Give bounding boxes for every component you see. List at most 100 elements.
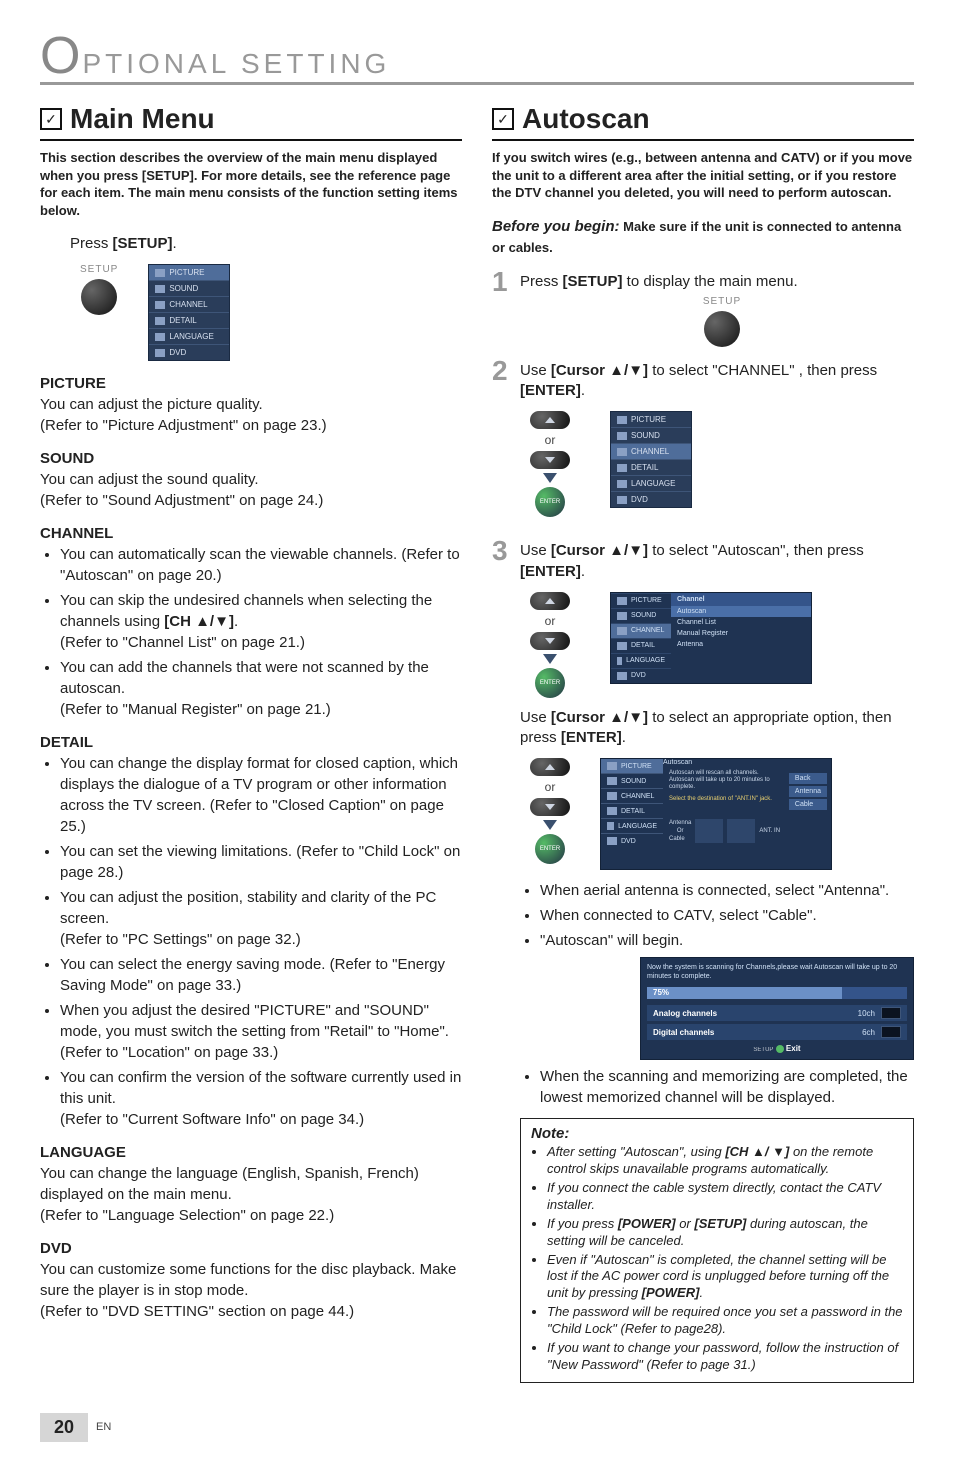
picture-line2: (Refer to "Picture Adjustment" on page 2… [40, 415, 462, 436]
main-menu-intro: This section describes the overview of t… [40, 149, 462, 219]
cursor-up-icon [530, 758, 570, 776]
page-number: 20 [40, 1413, 88, 1442]
osd-autoscan-progress: Now the system is scanning for Channels,… [640, 957, 914, 1060]
osd-btn-antenna: Antenna [789, 786, 827, 797]
list-item: You can set the viewing limitations. (Re… [60, 841, 462, 883]
page-lang: EN [96, 1421, 111, 1433]
osd-main-menu: PICTURE SOUND CHANNEL DETAIL LANGUAGE DV… [148, 264, 230, 361]
osd-item: SOUND [611, 427, 691, 443]
enter-button-icon: ENTER [535, 668, 565, 698]
language-heading: LANGUAGE [40, 1144, 462, 1161]
osd-autoscan-diagram: Antenna Or Cable ANT. IN [669, 807, 825, 855]
round-button-icon [704, 311, 740, 347]
osd-item: PICTURE [611, 593, 671, 608]
progress-exit: SETUP Exit [647, 1044, 907, 1053]
language-line1: You can change the language (English, Sp… [40, 1163, 462, 1205]
down-arrow-icon [543, 473, 557, 483]
note-list: After setting "Autoscan", using [CH ▲/ ▼… [531, 1144, 903, 1374]
osd-item: DETAIL [611, 638, 671, 653]
list-item: When connected to CATV, select "Cable". [540, 905, 914, 926]
list-item: The password will be required once you s… [547, 1304, 903, 1338]
detail-bullets: You can change the display format for cl… [40, 753, 462, 1130]
osd-item: CHANNEL [601, 788, 663, 803]
osd-item: DVD [611, 491, 691, 507]
thumbnail-icon [881, 1026, 901, 1038]
figure-setup-osd: SETUP PICTURE SOUND CHANNEL DETAIL LANGU… [80, 264, 462, 361]
osd-item-language: LANGUAGE [149, 328, 229, 344]
osd-autoscan-options: PICTURE SOUND CHANNEL DETAIL LANGUAGE DV… [600, 758, 832, 870]
list-item: When you adjust the desired "PICTURE" an… [60, 1000, 462, 1063]
down-arrow-icon [543, 654, 557, 664]
cursor-up-icon [530, 592, 570, 610]
tv-icon [727, 819, 755, 843]
step-number-1: 1 [492, 268, 512, 296]
osd-item: PICTURE [611, 412, 691, 427]
right-column: ✓ Autoscan If you switch wires (e.g., be… [492, 103, 914, 1383]
cursor-buttons-graphic: or ENTER [530, 411, 570, 517]
list-item: You can change the display format for cl… [60, 753, 462, 837]
osd-item: DVD [611, 668, 671, 683]
down-arrow-icon [543, 820, 557, 830]
list-item: If you want to change your password, fol… [547, 1340, 903, 1374]
osd-item: DETAIL [601, 803, 663, 818]
osd-item-sound: SOUND [149, 280, 229, 296]
osd-channel-header: Channel [671, 593, 811, 606]
list-item: You can confirm the version of the softw… [60, 1067, 462, 1130]
autoscan-result-bullets: When aerial antenna is connected, select… [520, 880, 914, 951]
step-1: 1 Press [SETUP] to display the main menu… [492, 268, 914, 347]
step-number-2: 2 [492, 357, 512, 385]
osd-channel-submenu: PICTURE SOUND CHANNEL DETAIL LANGUAGE DV… [610, 592, 812, 684]
list-item: If you connect the cable system directly… [547, 1180, 903, 1214]
osd-autoscan-header: Autoscan [663, 759, 831, 766]
chapter-bigletter: O [40, 30, 82, 82]
list-item: You can select the energy saving mode. (… [60, 954, 462, 996]
press-setup-bold: [SETUP] [113, 235, 173, 252]
osd-item-channel: CHANNEL [149, 296, 229, 312]
dvd-heading: DVD [40, 1240, 462, 1257]
cursor-down-icon [530, 798, 570, 816]
list-item: You can automatically scan the viewable … [60, 544, 462, 586]
step-number-3: 3 [492, 537, 512, 565]
osd-item: DVD [601, 833, 663, 848]
osd-item-dvd: DVD [149, 344, 229, 360]
list-item: You can adjust the position, stability a… [60, 887, 462, 950]
osd-item-selected: CHANNEL [611, 623, 671, 638]
cursor-down-icon [530, 451, 570, 469]
list-item: When aerial antenna is connected, select… [540, 880, 914, 901]
enter-button-icon: ENTER [535, 834, 565, 864]
page-footer: 20 EN [40, 1413, 914, 1442]
cursor-down-icon [530, 632, 570, 650]
osd-btn-cable: Cable [789, 799, 827, 810]
setup-label: SETUP [703, 296, 741, 307]
autoscan-title: Autoscan [522, 103, 650, 135]
progress-message: Now the system is scanning for Channels,… [647, 964, 907, 981]
osd-sub-item-selected: Autoscan [671, 606, 811, 617]
after-scan-bullet: When the scanning and memorizing are com… [520, 1066, 914, 1108]
setup-button-graphic: SETUP [80, 264, 118, 315]
dvd-line1: You can customize some functions for the… [40, 1259, 462, 1301]
enter-button-icon: ENTER [535, 487, 565, 517]
cursor-buttons-graphic: or ENTER [530, 592, 570, 698]
step-3: 3 Use [Cursor ▲/▼] to select "Autoscan",… [492, 537, 914, 1382]
osd-item: SOUND [611, 608, 671, 623]
step-2: 2 Use [Cursor ▲/▼] to select "CHANNEL" ,… [492, 357, 914, 528]
cursor-up-icon [530, 411, 570, 429]
thumbnail-icon [881, 1007, 901, 1019]
dvd-line2: (Refer to "DVD SETTING" section on page … [40, 1301, 462, 1322]
house-icon [695, 819, 723, 843]
osd-sub-item: Manual Register [671, 628, 811, 639]
sound-heading: SOUND [40, 450, 462, 467]
list-item: After setting "Autoscan", using [CH ▲/ ▼… [547, 1144, 903, 1178]
or-label: or [545, 433, 556, 447]
osd-item: SOUND [601, 773, 663, 788]
channel-bullets: You can automatically scan the viewable … [40, 544, 462, 720]
cursor-buttons-graphic: or ENTER [530, 758, 570, 864]
osd-item: LANGUAGE [611, 653, 671, 668]
language-line2: (Refer to "Language Selection" on page 2… [40, 1205, 462, 1226]
note-box: Note: After setting "Autoscan", using [C… [520, 1118, 914, 1383]
osd-sub-item: Antenna [671, 639, 811, 650]
osd-item: DETAIL [611, 459, 691, 475]
list-item: "Autoscan" will begin. [540, 930, 914, 951]
list-item: You can skip the undesired channels when… [60, 590, 462, 653]
chapter-rest: PTIONAL SETTING [82, 48, 390, 80]
